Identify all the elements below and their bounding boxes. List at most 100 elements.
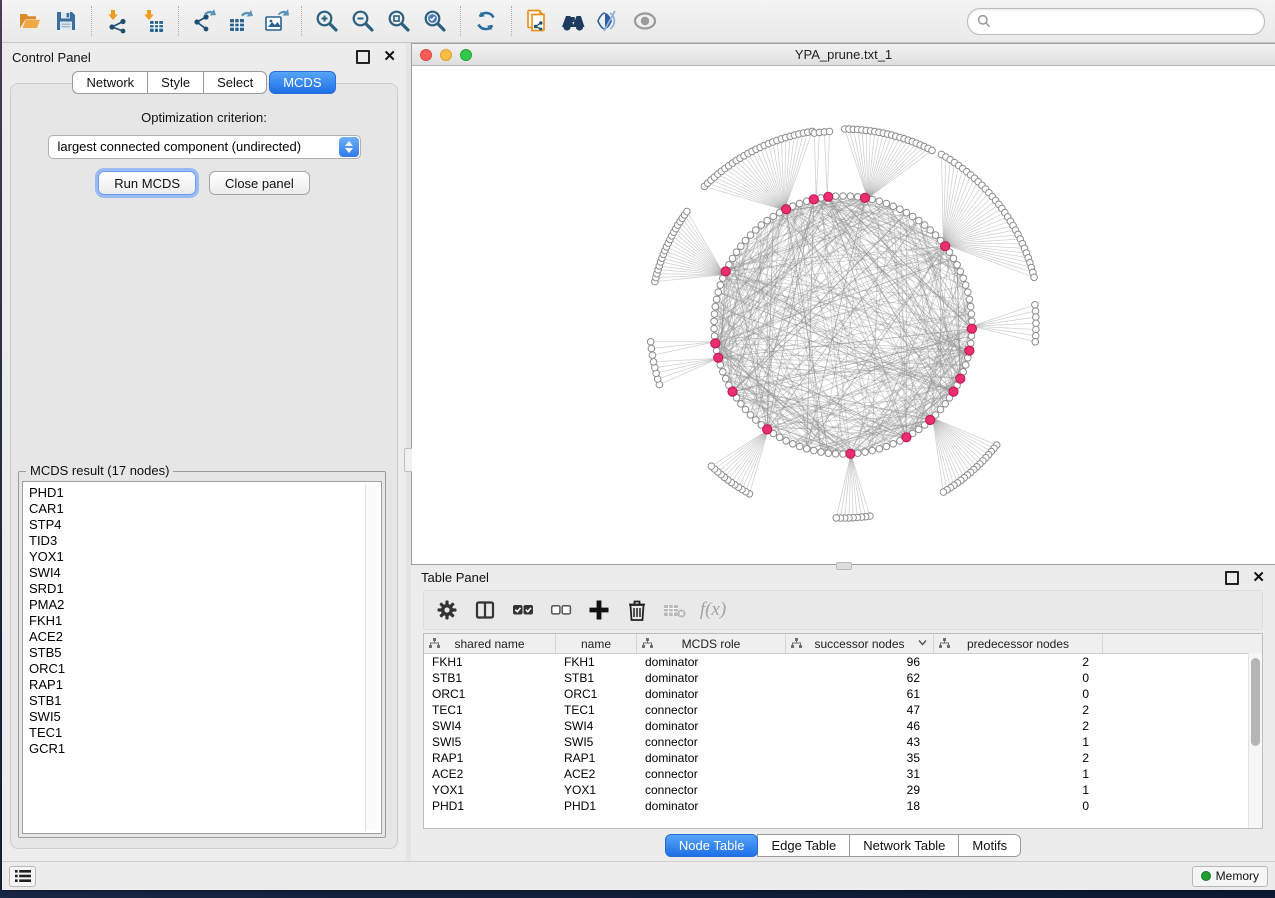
mcds-result-item[interactable]: CAR1 [29, 501, 363, 517]
cell-successor_nodes[interactable]: 47 [786, 702, 934, 718]
graph-node[interactable] [876, 446, 883, 453]
graph-leaf-node[interactable] [1033, 314, 1040, 321]
graph-node[interactable] [738, 243, 745, 250]
search-input[interactable] [996, 13, 1255, 30]
cell-successor_nodes[interactable]: 61 [786, 686, 934, 702]
graph-node[interactable] [883, 200, 890, 207]
cell-name[interactable]: TEC1 [556, 702, 637, 718]
graph-node[interactable] [909, 213, 916, 220]
zoom-out-button[interactable] [345, 4, 381, 38]
table-row[interactable]: ORC1ORC1dominator610 [424, 686, 1262, 702]
cell-successor_nodes[interactable]: 31 [786, 766, 934, 782]
graph-node[interactable] [840, 193, 847, 200]
minimize-window-icon[interactable] [440, 49, 452, 61]
graph-node[interactable] [712, 303, 719, 310]
table-row[interactable]: SWI4SWI4dominator462 [424, 718, 1262, 734]
graph-node[interactable] [764, 217, 771, 224]
tab-node-table[interactable]: Node Table [665, 834, 759, 857]
graph-node[interactable] [950, 255, 957, 262]
mcds-result-item[interactable]: ACE2 [29, 629, 363, 645]
mcds-result-item[interactable]: STB5 [29, 645, 363, 661]
graph-node[interactable] [711, 318, 718, 325]
cell-mcds_role[interactable]: dominator [637, 686, 786, 702]
cell-predecessor_nodes[interactable]: 1 [934, 766, 1103, 782]
tab-select[interactable]: Select [203, 71, 267, 94]
graph-node[interactable] [890, 203, 897, 210]
graph-node[interactable] [713, 296, 720, 303]
graph-node[interactable] [770, 213, 777, 220]
graph-node[interactable] [753, 417, 760, 424]
graph-node[interactable] [811, 447, 818, 454]
cell-predecessor_nodes[interactable]: 2 [934, 718, 1103, 734]
close-panel-button[interactable]: Close panel [209, 171, 310, 195]
table-row[interactable]: RAP1RAP1dominator352 [424, 750, 1262, 766]
graph-node[interactable] [733, 249, 740, 256]
column-header-shared-name[interactable]: shared name [424, 634, 556, 653]
cell-successor_nodes[interactable]: 46 [786, 718, 934, 734]
cell-mcds_role[interactable]: connector [637, 766, 786, 782]
graph-node[interactable] [942, 401, 949, 408]
tab-style[interactable]: Style [147, 71, 204, 94]
graph-node[interactable] [966, 296, 973, 303]
apply-function-button[interactable]: f(x) [698, 595, 728, 625]
graph-node[interactable] [897, 206, 904, 213]
column-header-predecessor-nodes[interactable]: predecessor nodes [934, 634, 1103, 653]
cell-name[interactable]: ORC1 [556, 686, 637, 702]
graph-node[interactable] [965, 289, 972, 296]
mcds-result-item[interactable]: YOX1 [29, 549, 363, 565]
mcds-result-item[interactable]: TEC1 [29, 725, 363, 741]
mcds-result-item[interactable]: FKH1 [29, 613, 363, 629]
graph-hub-node[interactable] [860, 193, 869, 202]
graph-hub-node[interactable] [949, 387, 958, 396]
graph-leaf-node[interactable] [708, 463, 715, 470]
graph-node[interactable] [747, 232, 754, 239]
network-graph[interactable] [412, 66, 1275, 564]
graph-hub-node[interactable] [809, 195, 818, 204]
delete-column-button[interactable] [622, 595, 652, 625]
clone-network-button[interactable] [519, 4, 555, 38]
open-file-button[interactable] [12, 4, 48, 38]
cell-shared_name[interactable]: STB1 [424, 670, 556, 686]
cell-mcds_role[interactable]: dominator [637, 654, 786, 670]
birdseye-view-button[interactable] [627, 4, 663, 38]
cell-predecessor_nodes[interactable]: 0 [934, 798, 1103, 814]
graph-node[interactable] [869, 447, 876, 454]
graph-node[interactable] [967, 303, 974, 310]
cell-mcds_role[interactable]: dominator [637, 718, 786, 734]
mcds-result-item[interactable]: RAP1 [29, 677, 363, 693]
graph-node[interactable] [711, 325, 718, 332]
mcds-result-item[interactable]: SWI4 [29, 565, 363, 581]
graph-node[interactable] [862, 449, 869, 456]
graph-leaf-node[interactable] [1032, 302, 1039, 309]
criterion-dropdown[interactable]: largest connected component (undirected) [48, 135, 361, 159]
zoom-fit-button[interactable] [381, 4, 417, 38]
table-row[interactable]: ACE2ACE2connector311 [424, 766, 1262, 782]
graph-hub-node[interactable] [763, 425, 772, 434]
run-mcds-button[interactable]: Run MCDS [98, 171, 196, 195]
graph-leaf-node[interactable] [826, 128, 833, 135]
table-row[interactable]: TEC1TEC1connector472 [424, 702, 1262, 718]
cell-mcds_role[interactable]: connector [637, 702, 786, 718]
mcds-result-item[interactable]: PHD1 [29, 485, 363, 501]
graph-node[interactable] [720, 369, 727, 376]
cell-successor_nodes[interactable]: 35 [786, 750, 934, 766]
graph-node[interactable] [825, 450, 832, 457]
cell-predecessor_nodes[interactable]: 2 [934, 750, 1103, 766]
select-all-button[interactable] [508, 595, 538, 625]
cell-name[interactable]: SWI5 [556, 734, 637, 750]
graph-leaf-node[interactable] [929, 147, 936, 154]
horizontal-splitter-grip[interactable] [836, 562, 852, 570]
graph-hub-node[interactable] [782, 205, 791, 214]
cell-shared_name[interactable]: FKH1 [424, 654, 556, 670]
graph-node[interactable] [932, 232, 939, 239]
graph-hub-node[interactable] [714, 353, 723, 362]
graph-node[interactable] [854, 194, 861, 201]
cell-mcds_role[interactable]: dominator [637, 798, 786, 814]
float-panel-icon[interactable] [356, 50, 370, 64]
clear-selection-button[interactable] [546, 595, 576, 625]
cell-predecessor_nodes[interactable]: 1 [934, 734, 1103, 750]
graph-leaf-node[interactable] [940, 489, 947, 496]
float-table-panel-icon[interactable] [1225, 571, 1239, 585]
graph-node[interactable] [715, 289, 722, 296]
table-row[interactable]: FKH1FKH1dominator962 [424, 654, 1262, 670]
